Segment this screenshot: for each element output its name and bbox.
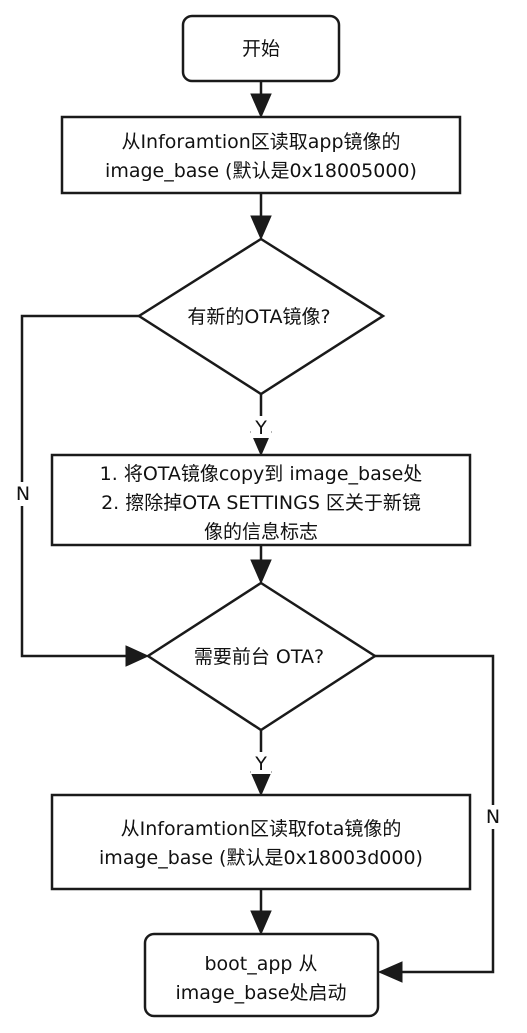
copy-ota-line-2: 2. 擦除掉OTA SETTINGS 区关于新镜 [101, 492, 421, 514]
read-fota-image-box [50, 793, 472, 891]
read-app-image-line-1: 从Inforamtion区读取app镜像的 [121, 131, 400, 153]
no-label-1: N [16, 483, 30, 505]
flowchart: 开始 从Inforamtion区读取app镜像的 image_base (默认是… [0, 0, 527, 1033]
has-new-ota-label: 有新的OTA镜像? [187, 306, 330, 328]
flowchart-svg: 开始 从Inforamtion区读取app镜像的 image_base (默认是… [12, 14, 504, 1018]
arrowhead [250, 93, 272, 119]
read-fota-image-line-2: image_base (默认是0x18003d000) [99, 847, 423, 869]
arrowhead [377, 961, 403, 983]
start-node-label: 开始 [242, 38, 280, 60]
read-app-image-line-2: image_base (默认是0x18005000) [105, 160, 417, 182]
arrowhead [250, 559, 272, 585]
arrowhead [125, 645, 150, 667]
copy-ota-line-1: 1. 将OTA镜像copy到 image_base处 [100, 463, 423, 485]
boot-app-line-1: boot_app 从 [204, 953, 317, 975]
need-foreground-ota-label: 需要前台 OTA? [194, 646, 324, 668]
arrowhead [250, 771, 272, 797]
no-label-2: N [486, 806, 500, 828]
yes-label-1: Y [254, 417, 267, 439]
arrowhead [250, 215, 272, 241]
boot-app-line-2: image_base处启动 [176, 982, 347, 1004]
read-fota-image-line-1: 从Inforamtion区读取fota镜像的 [121, 818, 402, 840]
arrowhead [250, 910, 272, 936]
copy-ota-line-3: 像的信息标志 [204, 521, 318, 543]
yes-label-2: Y [254, 753, 267, 775]
